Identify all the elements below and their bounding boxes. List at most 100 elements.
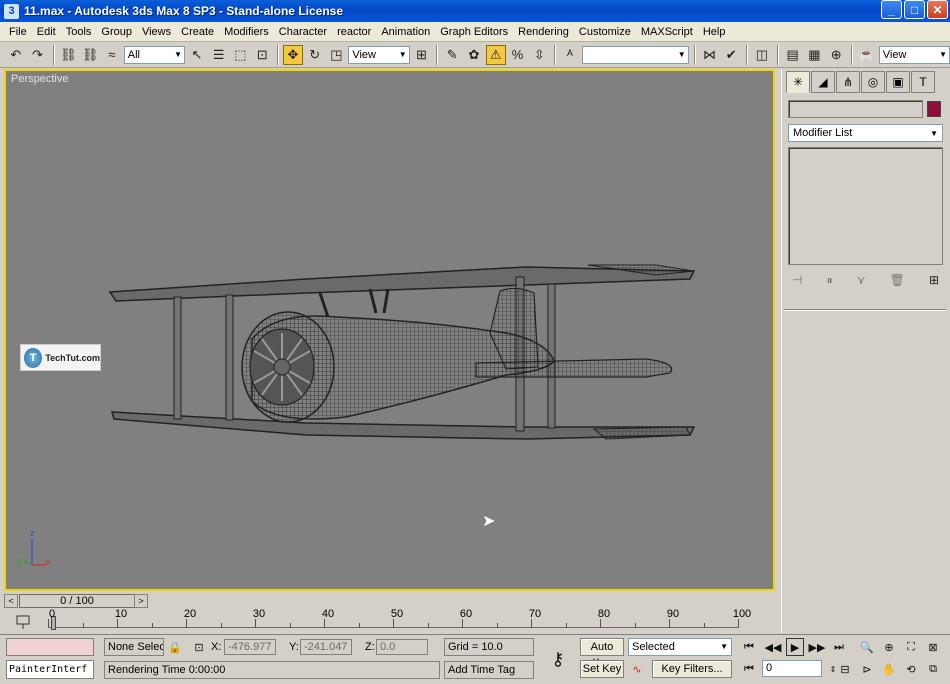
play-animation-icon[interactable]: ▶: [786, 638, 804, 656]
select-manipulate-icon[interactable]: ✎: [442, 45, 462, 65]
field-of-view-icon[interactable]: ⊳: [858, 660, 876, 678]
y-coordinate-field[interactable]: -241.047: [300, 639, 352, 655]
arc-rotate-icon[interactable]: ⟲: [902, 660, 920, 678]
angle-snap-icon[interactable]: ⚠: [485, 44, 506, 65]
z-coordinate-field[interactable]: 0.0: [376, 639, 428, 655]
named-selection-dropdown[interactable]: ▼: [581, 45, 689, 64]
perspective-viewport[interactable]: Perspective T TechTut.com z x y ➤: [4, 69, 775, 591]
percent-snap-icon[interactable]: %: [508, 45, 528, 65]
time-slider-track[interactable]: 0 / 100: [18, 594, 775, 608]
zoom-extents-icon[interactable]: ⛶: [902, 638, 920, 656]
object-name-field[interactable]: [788, 100, 923, 118]
menu-help[interactable]: Help: [698, 23, 731, 41]
menu-create[interactable]: Create: [176, 23, 219, 41]
3dsmax-logo-icon[interactable]: 3: [4, 3, 19, 19]
menu-reactor[interactable]: reactor: [332, 23, 376, 41]
key-mode-toggle-icon[interactable]: ⏮: [740, 660, 758, 678]
show-end-result-icon[interactable]: ⏸: [827, 273, 833, 288]
menu-modifiers[interactable]: Modifiers: [219, 23, 274, 41]
snap-toggle-icon[interactable]: ✿: [464, 45, 484, 65]
pin-stack-icon[interactable]: ⊣: [792, 273, 802, 287]
zoom-icon[interactable]: 🔍: [858, 638, 876, 656]
zoom-extents-all-icon[interactable]: ⊠: [924, 638, 942, 656]
current-frame-field[interactable]: 0: [762, 660, 822, 677]
zoom-all-icon[interactable]: ⊕: [880, 638, 898, 656]
unlink-icon[interactable]: ⛓: [80, 45, 100, 65]
absolute-mode-icon[interactable]: ⊡: [190, 638, 208, 656]
previous-frame-icon[interactable]: ◀◀: [764, 638, 782, 656]
menu-views[interactable]: Views: [137, 23, 176, 41]
menu-group[interactable]: Group: [96, 23, 137, 41]
minimize-button[interactable]: _: [881, 0, 902, 19]
default-tangents-icon[interactable]: ∿: [628, 660, 646, 678]
curve-editor-icon[interactable]: ▤: [783, 45, 803, 65]
utilities-tab-icon[interactable]: T: [911, 71, 935, 93]
display-tab-icon[interactable]: ▣: [886, 71, 910, 93]
select-object-icon[interactable]: ↖: [187, 45, 207, 65]
modify-tab-icon[interactable]: ◢: [811, 71, 835, 93]
spinner-snap-icon[interactable]: ⇳: [529, 45, 549, 65]
maxscript-listener-pink[interactable]: [6, 638, 94, 656]
go-to-start-icon[interactable]: ⏮: [740, 638, 758, 656]
menu-customize[interactable]: Customize: [574, 23, 636, 41]
selection-filter-dropdown[interactable]: All ▼: [123, 45, 186, 64]
bind-space-warp-icon[interactable]: ≈: [102, 45, 122, 65]
go-to-end-icon[interactable]: ⏭: [830, 638, 848, 656]
create-tab-icon[interactable]: ✳: [786, 71, 810, 93]
set-key-button[interactable]: Set Key: [580, 660, 624, 678]
add-time-tag[interactable]: Add Time Tag: [444, 661, 534, 679]
edit-named-selection-icon[interactable]: ᴬ: [560, 45, 580, 65]
menu-character[interactable]: Character: [274, 23, 332, 41]
hierarchy-tab-icon[interactable]: ⋔: [836, 71, 860, 93]
menu-file[interactable]: File: [4, 23, 32, 41]
render-scene-icon[interactable]: ☕: [857, 45, 877, 65]
pan-view-icon[interactable]: ✋: [880, 660, 898, 678]
menu-animation[interactable]: Animation: [376, 23, 435, 41]
rectangular-selection-icon[interactable]: ⬚: [231, 45, 251, 65]
menu-rendering[interactable]: Rendering: [513, 23, 574, 41]
key-mode-dropdown[interactable]: Selected ▼: [628, 638, 732, 656]
pivot-center-icon[interactable]: ⊞: [412, 45, 432, 65]
align-icon[interactable]: ✔: [721, 45, 741, 65]
remove-modifier-icon[interactable]: 🗑: [890, 273, 905, 287]
track-bar[interactable]: 0 10 20 30 40 50 60 70 80 90 100: [4, 608, 775, 634]
maximize-viewport-icon[interactable]: ⧉: [924, 660, 942, 678]
time-slider-next-button[interactable]: >: [134, 594, 148, 608]
set-keys-key-icon[interactable]: ⚷: [544, 645, 572, 673]
maximize-button[interactable]: □: [904, 0, 925, 19]
select-and-link-icon[interactable]: ⛓: [58, 45, 78, 65]
x-coordinate-field[interactable]: -476.977: [224, 639, 276, 655]
select-and-move-icon[interactable]: ✥: [283, 44, 303, 65]
render-view-dropdown[interactable]: View ▼: [878, 45, 950, 64]
close-button[interactable]: ✕: [927, 0, 948, 19]
object-color-swatch[interactable]: [927, 101, 941, 117]
next-frame-icon[interactable]: ▶▶: [808, 638, 826, 656]
key-filters-button[interactable]: Key Filters...: [652, 660, 732, 678]
motion-tab-icon[interactable]: ◎: [861, 71, 885, 93]
select-by-name-icon[interactable]: ☰: [209, 45, 229, 65]
reference-coordinate-dropdown[interactable]: View ▼: [348, 45, 410, 64]
make-unique-icon[interactable]: ⋎: [857, 273, 866, 287]
modifier-stack[interactable]: [788, 147, 943, 265]
material-editor-icon[interactable]: ⊕: [826, 45, 846, 65]
redo-icon[interactable]: ↷: [28, 45, 48, 65]
window-crossing-icon[interactable]: ⊡: [252, 45, 272, 65]
menu-tools[interactable]: Tools: [61, 23, 97, 41]
time-configuration-icon[interactable]: ⊟: [836, 660, 854, 678]
selection-lock-icon[interactable]: 🔒: [166, 638, 184, 656]
menu-maxscript[interactable]: MAXScript: [636, 23, 698, 41]
modifier-list-dropdown[interactable]: Modifier List ▼: [788, 124, 943, 142]
mirror-icon[interactable]: ⋈: [700, 45, 720, 65]
maxscript-mini-listener[interactable]: PainterInterf: [6, 660, 94, 679]
layer-manager-icon[interactable]: ◫: [752, 45, 772, 65]
menu-edit[interactable]: Edit: [32, 23, 61, 41]
undo-icon[interactable]: ↶: [6, 45, 26, 65]
auto-key-button[interactable]: Auto Key: [580, 638, 624, 669]
menu-graph-editors[interactable]: Graph Editors: [435, 23, 513, 41]
time-slider-prev-button[interactable]: <: [4, 594, 18, 608]
configure-modifier-sets-icon[interactable]: ⊞: [929, 273, 939, 287]
time-slider-thumb[interactable]: 0 / 100: [19, 594, 135, 608]
select-and-rotate-icon[interactable]: ↻: [305, 45, 325, 65]
select-and-scale-icon[interactable]: ◳: [327, 45, 347, 65]
schematic-view-icon[interactable]: ▦: [805, 45, 825, 65]
